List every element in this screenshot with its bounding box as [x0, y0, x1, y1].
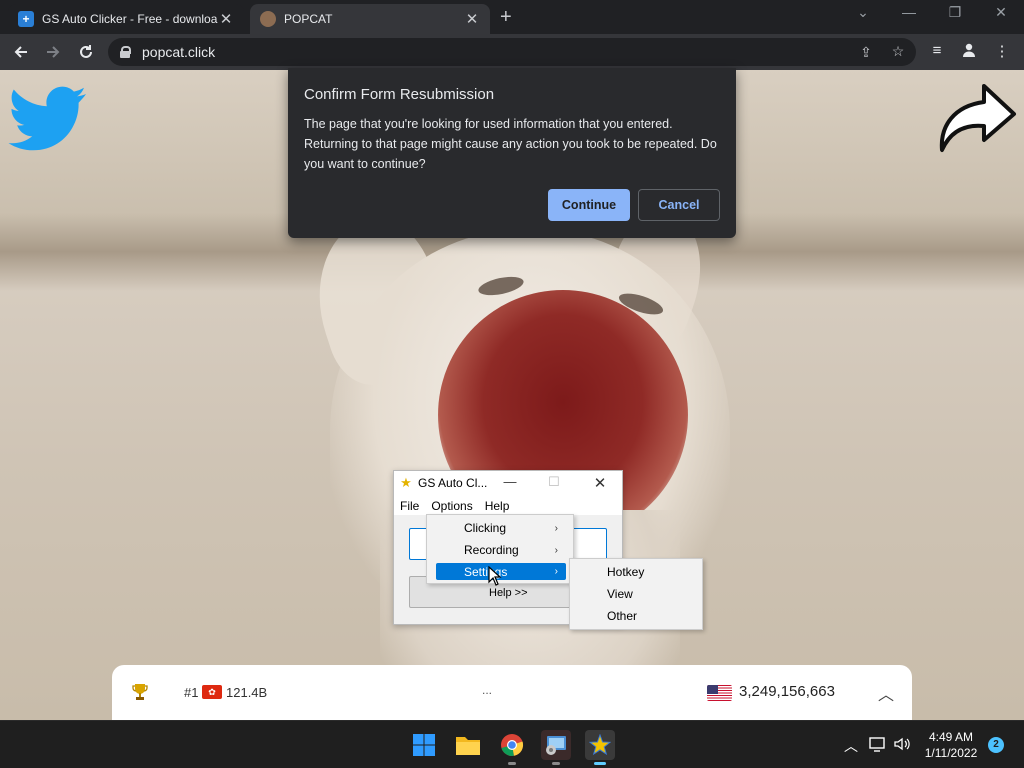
browser-menu-icon[interactable]: ⋮ [992, 42, 1012, 60]
twitter-bird-icon[interactable] [8, 86, 88, 152]
dialog-title: Confirm Form Resubmission [304, 86, 495, 103]
chevron-right-icon: › [554, 522, 558, 534]
us-flag-icon [707, 685, 732, 701]
bookmark-star-icon[interactable]: ☆ [889, 43, 907, 60]
arrow-left-icon [14, 46, 27, 58]
active-indicator [594, 762, 606, 765]
tab-title: GS Auto Clicker - Free - downloa [42, 12, 218, 26]
leaderboard-bar[interactable]: #1 ✿ 121.4B ... 3,249,156,663 ︿ [112, 665, 912, 721]
share-page-icon[interactable]: ⇪ [857, 44, 875, 61]
person-icon [963, 43, 975, 57]
menu-item-label: Recording [464, 543, 519, 557]
leaderboard-rank: #1 [184, 685, 199, 700]
gs-help-label: Help >> [489, 587, 528, 599]
system-clock[interactable]: 4:49 AM 1/11/2022 [918, 729, 984, 761]
chevron-up-icon[interactable]: ︿ [878, 681, 894, 705]
control-panel-taskbar-button[interactable] [541, 730, 571, 765]
confirm-resubmission-dialog: Confirm Form Resubmission The page that … [288, 68, 736, 238]
browser-toolbar: popcat.click ⇪ ☆ ≡ ⋮ [0, 34, 1024, 70]
monitor-network-icon [869, 737, 885, 752]
start-button[interactable] [409, 730, 439, 760]
gs-close-button[interactable]: ✕ [588, 474, 612, 492]
gs-menu-help[interactable]: Help [479, 495, 516, 515]
trophy-icon [132, 684, 148, 700]
chevron-right-icon: › [554, 544, 558, 556]
file-explorer-button[interactable] [453, 730, 483, 760]
control-panel-icon [546, 736, 566, 755]
dialog-message: The page that you're looking for used in… [304, 117, 717, 171]
menu-item-clicking[interactable]: Clicking › [436, 518, 566, 538]
continue-button[interactable]: Continue [548, 189, 630, 221]
address-bar[interactable]: popcat.click ⇪ ☆ [108, 38, 916, 66]
network-icon[interactable] [869, 736, 887, 755]
submenu-item-view[interactable]: View [571, 584, 701, 604]
profile-icon[interactable] [959, 42, 979, 62]
gs-minimize-button[interactable]: — [498, 474, 522, 489]
gs-app-star-icon: ★ [400, 475, 412, 490]
submenu-item-other[interactable]: Other [571, 606, 701, 626]
volume-icon[interactable] [893, 736, 911, 755]
windows-logo-icon [413, 734, 435, 756]
chrome-icon [501, 734, 524, 756]
leaderboard-country-score: 3,249,156,663 [739, 683, 835, 700]
maximize-window-button[interactable]: ❐ [940, 4, 970, 21]
forward-button[interactable] [42, 41, 64, 63]
windows-taskbar: ︿ 4:49 AM 1/11/2022 2 [0, 720, 1024, 768]
notification-badge[interactable]: 2 [988, 737, 1004, 753]
leaderboard-ellipsis: ... [482, 683, 493, 697]
lock-icon [120, 46, 131, 58]
folder-icon [456, 737, 480, 755]
popcat-favicon-icon [260, 11, 276, 27]
gs-menu-bar: File Options Help [394, 495, 622, 515]
tab-search-icon[interactable]: ⌄ [848, 4, 878, 21]
chrome-taskbar-button[interactable] [497, 730, 527, 765]
tab-close-icon[interactable]: ✕ [464, 10, 480, 28]
speaker-icon [894, 737, 910, 751]
back-button[interactable] [10, 41, 32, 63]
gs-favicon-icon: + [18, 11, 34, 27]
hong-kong-flag-icon: ✿ [202, 685, 222, 699]
reload-button[interactable] [75, 41, 97, 63]
media-control-icon[interactable]: ≡ [927, 42, 947, 59]
clock-date: 1/11/2022 [924, 746, 978, 760]
tab-popcat[interactable]: POPCAT ✕ [250, 4, 490, 34]
menu-item-label: Clicking [464, 521, 507, 535]
gs-auto-clicker-icon [589, 734, 611, 756]
gs-menu-options[interactable]: Options [425, 495, 478, 515]
share-arrow-icon[interactable] [934, 82, 1018, 156]
gs-auto-clicker-taskbar-button[interactable] [585, 730, 615, 765]
cancel-button[interactable]: Cancel [638, 189, 720, 221]
gs-window-title: GS Auto Cl... [418, 476, 488, 490]
running-indicator [552, 762, 560, 765]
gs-maximize-button: ☐ [548, 474, 560, 489]
submenu-item-hotkey[interactable]: Hotkey [571, 562, 701, 582]
arrow-right-icon [47, 46, 60, 58]
browser-tab-bar: + GS Auto Clicker - Free - downloa ✕ POP… [0, 0, 1024, 34]
show-hidden-icons-chevron-icon[interactable]: ︿ [842, 736, 860, 756]
clock-time: 4:49 AM [928, 730, 974, 744]
reload-icon [80, 45, 92, 58]
new-tab-button[interactable]: + [500, 6, 512, 29]
chevron-right-icon: › [554, 566, 558, 577]
gs-menu-file[interactable]: File [394, 495, 425, 515]
tab-gs-auto-clicker[interactable]: + GS Auto Clicker - Free - downloa ✕ [8, 4, 244, 34]
mouse-pointer-icon [488, 566, 502, 586]
leaderboard-top-score: 121.4B [226, 685, 268, 700]
tab-close-icon[interactable]: ✕ [218, 10, 234, 28]
url-text: popcat.click [142, 44, 216, 60]
close-window-button[interactable]: ✕ [986, 4, 1016, 21]
tab-title: POPCAT [284, 12, 333, 26]
running-indicator [508, 762, 516, 765]
settings-submenu: Hotkey View Other [569, 558, 703, 630]
menu-item-recording[interactable]: Recording › [436, 540, 566, 560]
minimize-window-button[interactable]: — [894, 4, 924, 20]
gs-title-bar[interactable]: ★ GS Auto Cl... — ☐ ✕ [394, 471, 622, 495]
